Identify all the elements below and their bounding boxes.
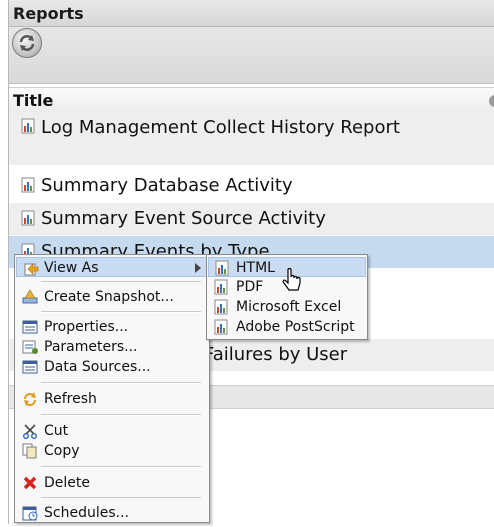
menu-item-refresh[interactable]: Refresh xyxy=(16,389,208,409)
menu-item-label: Delete xyxy=(44,475,90,491)
report-icon xyxy=(21,177,35,193)
menu-item-properties[interactable]: Properties... xyxy=(16,317,208,337)
row-title: Failures by User xyxy=(204,344,348,365)
menu-item-label: Create Snapshot... xyxy=(44,289,174,305)
report-icon xyxy=(214,319,228,335)
menu-item-copy[interactable]: Copy xyxy=(16,441,208,461)
hand-cursor-icon xyxy=(282,268,301,291)
scissors-icon xyxy=(22,423,38,439)
row-title: Log Management Collect History Report xyxy=(41,117,400,138)
menu-item-cut[interactable]: Cut xyxy=(16,421,208,441)
submenu-item-label: Adobe PostScript xyxy=(236,319,355,335)
submenu-item-adobe-postscript[interactable]: Adobe PostScript xyxy=(208,317,366,337)
sort-icon[interactable] xyxy=(489,95,494,107)
column-header-title[interactable]: Title xyxy=(9,87,494,112)
report-icon xyxy=(214,299,228,315)
menu-separator xyxy=(41,466,201,468)
report-icon xyxy=(21,118,35,134)
menu-item-label: Parameters... xyxy=(44,339,138,355)
menu-separator xyxy=(41,382,201,384)
menu-item-label: Schedules... xyxy=(44,505,129,521)
panel-title: Reports xyxy=(9,0,494,27)
menu-item-view-as[interactable]: View As xyxy=(16,257,208,277)
submenu-item-label: PDF xyxy=(236,279,264,295)
refresh-button[interactable] xyxy=(12,28,42,58)
table-row[interactable]: Summary Database Activity xyxy=(9,170,494,200)
refresh-icon xyxy=(22,391,38,407)
menu-separator xyxy=(41,281,201,283)
menu-item-data-sources[interactable]: Data Sources... xyxy=(16,357,208,377)
table-row[interactable]: Log Management Collect History Report xyxy=(9,112,494,165)
menu-item-delete[interactable]: Delete xyxy=(16,473,208,493)
menu-item-label: Copy xyxy=(44,443,80,459)
menu-item-label: Properties... xyxy=(44,319,129,335)
report-arrow-icon xyxy=(23,260,39,276)
menu-separator xyxy=(41,497,201,499)
copy-icon xyxy=(22,443,38,459)
menu-item-label: Refresh xyxy=(44,391,97,407)
submenu-item-microsoft-excel[interactable]: Microsoft Excel xyxy=(208,297,366,317)
menu-item-label: View As xyxy=(44,260,99,276)
submenu-item-label: HTML xyxy=(236,260,275,276)
data-sources-icon xyxy=(22,359,38,375)
report-icon xyxy=(214,279,228,295)
schedules-icon xyxy=(22,505,38,521)
table-row[interactable]: Summary Event Source Activity xyxy=(9,203,494,235)
menu-item-label: Data Sources... xyxy=(44,359,151,375)
row-title: Summary Event Source Activity xyxy=(41,208,326,229)
parameters-icon xyxy=(22,339,38,355)
submenu-item-label: Microsoft Excel xyxy=(236,299,342,315)
column-title-label: Title xyxy=(13,91,54,110)
menu-item-schedules[interactable]: Schedules... xyxy=(16,503,208,523)
menu-separator xyxy=(41,311,201,313)
submenu-arrow-icon xyxy=(195,263,201,273)
row-title: Summary Database Activity xyxy=(41,175,293,196)
menu-item-parameters[interactable]: Parameters... xyxy=(16,337,208,357)
context-menu: View As Create Snapshot... Properties...… xyxy=(14,254,210,523)
report-icon xyxy=(21,210,35,226)
delete-x-icon xyxy=(22,475,38,491)
properties-icon xyxy=(22,319,38,335)
snapshot-icon xyxy=(22,289,38,305)
menu-item-label: Cut xyxy=(44,423,69,439)
refresh-icon xyxy=(19,35,35,51)
menu-separator xyxy=(41,414,201,416)
toolbar xyxy=(9,27,494,84)
menu-item-create-snapshot[interactable]: Create Snapshot... xyxy=(16,287,208,307)
report-icon xyxy=(215,260,229,276)
